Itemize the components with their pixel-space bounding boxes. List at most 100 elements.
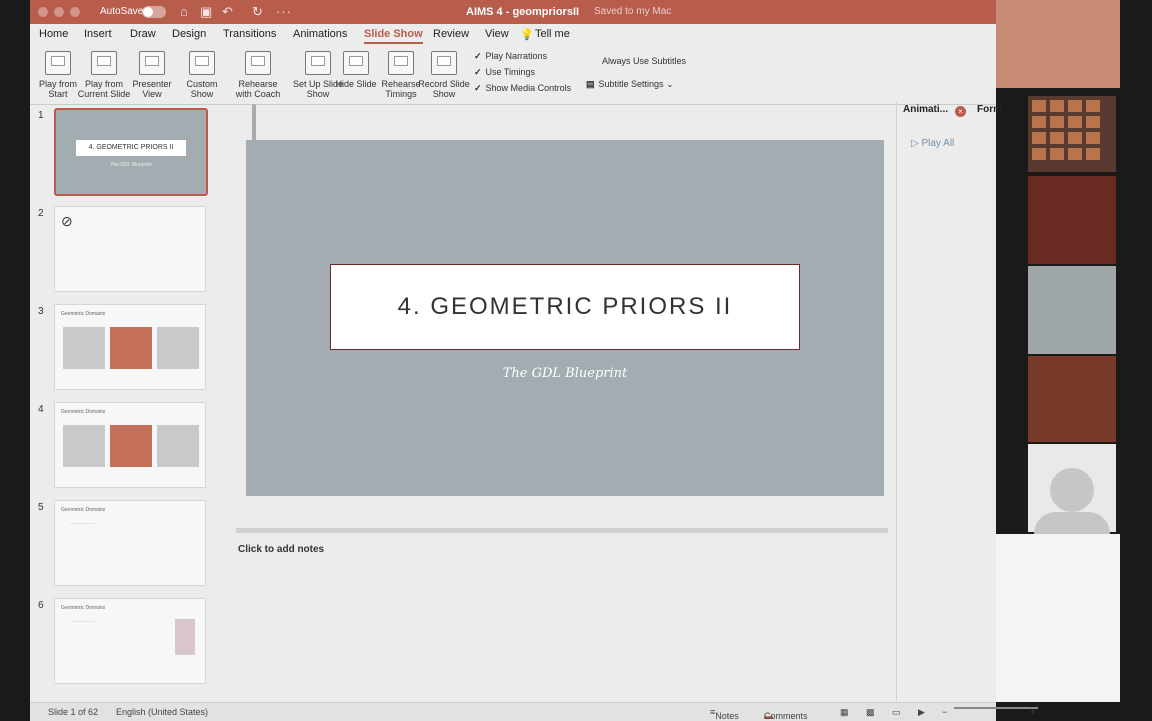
more-icon[interactable]: ··· [276, 4, 292, 19]
slide-number: 4 [38, 404, 44, 415]
presenter-icon [139, 51, 165, 75]
custom-show-button[interactable]: Custom Show [174, 51, 230, 99]
participant-video[interactable] [1028, 356, 1116, 442]
save-icon[interactable]: ▣ [200, 4, 212, 20]
slide-title[interactable]: 4. GEOMETRIC PRIORS II [330, 264, 800, 350]
record-slide-show-button[interactable]: Record Slide Show [416, 51, 472, 99]
play-all-button[interactable]: ▷ Play All [911, 138, 954, 149]
reading-view-icon[interactable]: ▭ [892, 707, 901, 718]
slide-subtitle[interactable]: The GDL Blueprint [246, 366, 884, 381]
slide-thumbnail-4[interactable]: Geometric Domains [54, 402, 206, 488]
close-icon[interactable]: × [955, 106, 966, 117]
play-current-icon [91, 51, 117, 75]
tab-tell-me[interactable]: Tell me [535, 28, 570, 40]
document-title: AIMS 4 - geompriorsII [466, 6, 580, 18]
thumb-image [63, 425, 105, 467]
slide-number: 3 [38, 306, 44, 317]
slide-thumbnail-6[interactable]: Geometric Domains ··· ··· ··· ··· [54, 598, 206, 684]
animation-pane: Animati... × Form ▷ Play All [896, 102, 1002, 700]
thumb-text: ··· ··· ··· ··· [71, 619, 96, 625]
language[interactable]: English (United States) [116, 707, 208, 717]
slide-thumbnail-3[interactable]: Geometric Domains [54, 304, 206, 390]
check-icon: ✓ [474, 51, 482, 61]
thumb-subtitle: The GDL Blueprint [110, 162, 152, 168]
thumb-image [157, 327, 199, 369]
autosave-toggle[interactable] [142, 6, 166, 18]
tab-animation-pane[interactable]: Animati... [903, 104, 948, 115]
tab-design[interactable]: Design [172, 28, 206, 40]
video-panel-blank [996, 534, 1120, 702]
slide-number: 1 [38, 110, 44, 121]
saved-status: Saved to my Mac [594, 6, 672, 17]
record-icon [431, 51, 457, 75]
thumb-image [110, 327, 152, 369]
lightbulb-icon: 💡 [520, 29, 534, 41]
show-media-controls-checkbox[interactable]: ✓ Show Media Controls [474, 83, 571, 94]
slide-thumbnail-5[interactable]: Geometric Domains ··· ··· ··· ··· [54, 500, 206, 586]
hide-slide-icon [343, 51, 369, 75]
speaker-video[interactable] [996, 0, 1120, 88]
minimize-window-icon[interactable] [54, 7, 64, 17]
thumb-heading: Geometric Domains [61, 409, 106, 415]
tab-review[interactable]: Review [433, 28, 469, 40]
tab-transitions[interactable]: Transitions [223, 28, 276, 40]
tab-view[interactable]: View [485, 28, 509, 40]
status-bar: Slide 1 of 62 English (United States) ≡ … [30, 702, 1038, 721]
home-icon[interactable]: ⌂ [180, 4, 188, 19]
zoom-window-icon[interactable] [70, 7, 80, 17]
tab-insert[interactable]: Insert [84, 28, 112, 40]
slide-number: 2 [38, 208, 44, 219]
close-window-icon[interactable] [38, 7, 48, 17]
ribbon: Play from Start Play from Current Slide … [30, 46, 996, 105]
notes-button[interactable]: ≡ Notes [710, 707, 739, 721]
title-bar: AutoSave ⌂ ▣ ↶ ↻ ··· AIMS 4 - geompriors… [30, 0, 996, 24]
notes-placeholder[interactable]: Click to add notes [238, 544, 324, 555]
avatar-body [1034, 512, 1110, 534]
gallery-video[interactable] [1028, 96, 1116, 172]
zoom-out-icon[interactable]: − [942, 707, 947, 717]
participant-video[interactable] [1028, 266, 1116, 354]
play-icon [45, 51, 71, 75]
subtitle-settings-dropdown[interactable]: ▤ Subtitle Settings ⌄ [586, 79, 674, 90]
autosave-label: AutoSave [100, 6, 144, 17]
participant-video[interactable] [1028, 176, 1116, 264]
tab-animations[interactable]: Animations [293, 28, 347, 40]
notes-splitter[interactable] [236, 528, 888, 533]
undo-icon[interactable]: ↶ [222, 4, 233, 20]
tab-slide-show[interactable]: Slide Show [364, 28, 423, 44]
presenter-view-button[interactable]: Presenter View [124, 51, 180, 99]
timings-icon [388, 51, 414, 75]
thumb-image [63, 327, 105, 369]
tab-home[interactable]: Home [39, 28, 68, 40]
slide-canvas[interactable]: 4. GEOMETRIC PRIORS II The GDL Blueprint [246, 140, 884, 496]
no-symbol-icon: ⊘ [61, 213, 73, 229]
use-timings-checkbox[interactable]: ✓ Use Timings [474, 67, 535, 78]
avatar-icon [1050, 468, 1094, 512]
check-icon: ✓ [474, 67, 482, 77]
always-use-subtitles-toggle[interactable]: Always Use Subtitles [602, 56, 686, 66]
thumb-heading: Geometric Domains [61, 605, 106, 611]
slide-sorter-icon[interactable]: ▩ [866, 707, 875, 718]
rehearse-coach-button[interactable]: Rehearse with Coach [230, 51, 286, 99]
thumb-image [175, 619, 195, 655]
redo-icon[interactable]: ↻ [252, 4, 263, 20]
slide-thumbnail-panel: 1 4. GEOMETRIC PRIORS II The GDL Bluepri… [30, 104, 258, 702]
slide-number: 5 [38, 502, 44, 513]
normal-view-icon[interactable]: ▦ [840, 707, 849, 718]
ribbon-tabs: Home Insert Draw Design Transitions Anim… [30, 24, 996, 46]
thumb-text: ··· ··· ··· ··· [71, 521, 96, 527]
custom-show-icon [189, 51, 215, 75]
slideshow-view-icon[interactable]: ▶ [918, 707, 925, 718]
powerpoint-window: AutoSave ⌂ ▣ ↶ ↻ ··· AIMS 4 - geompriors… [30, 0, 1038, 721]
slide-thumbnail-2[interactable]: ⊘ [54, 206, 206, 292]
participant-video[interactable] [1028, 444, 1116, 534]
subtitle-icon: ▤ [586, 79, 595, 89]
play-narrations-checkbox[interactable]: ✓ Play Narrations [474, 51, 547, 62]
coach-icon [245, 51, 271, 75]
thumb-heading: Geometric Domains [61, 507, 106, 513]
thumb-image [110, 425, 152, 467]
tab-draw[interactable]: Draw [130, 28, 156, 40]
thumb-image [157, 425, 199, 467]
video-call-strip [996, 0, 1152, 720]
slide-thumbnail-1[interactable]: 4. GEOMETRIC PRIORS II The GDL Blueprint [54, 108, 208, 196]
